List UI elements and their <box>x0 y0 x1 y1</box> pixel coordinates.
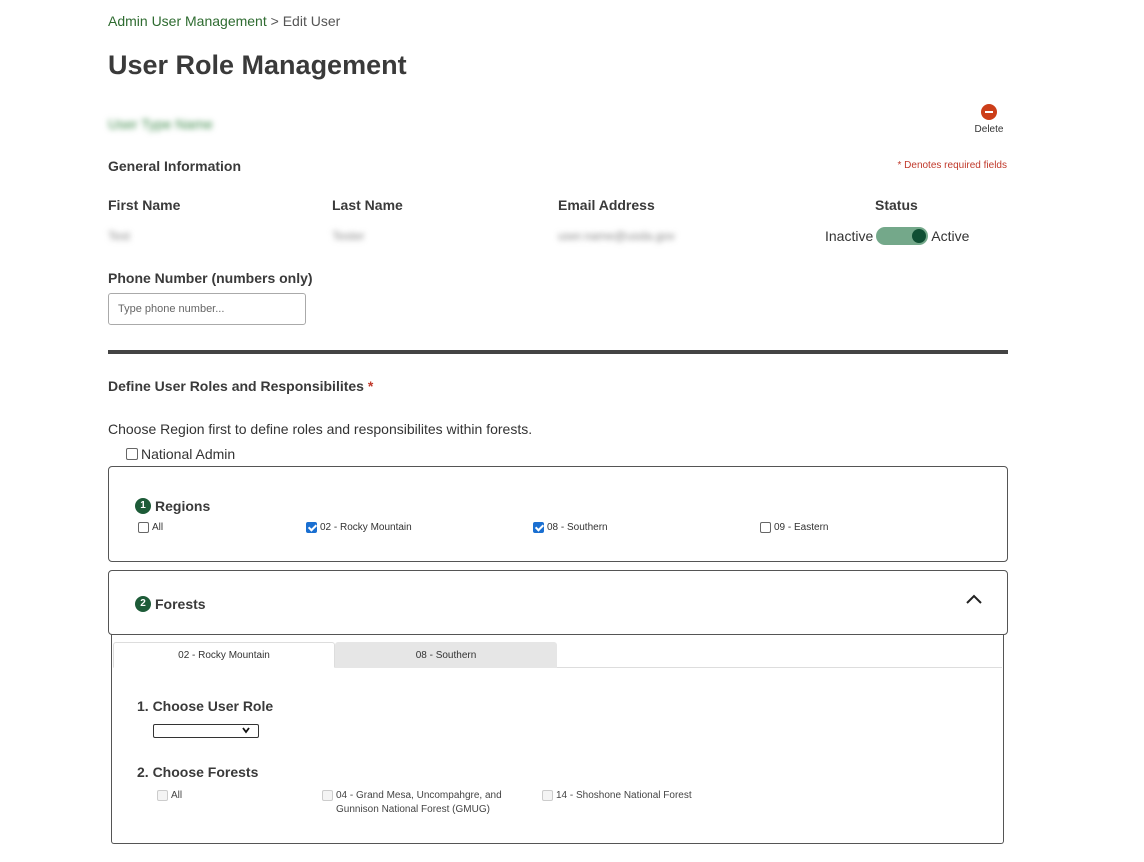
status-toggle-row: Inactive Active <box>825 227 969 245</box>
region-eastern-checkbox[interactable] <box>760 522 771 533</box>
status-active-label: Active <box>931 228 970 244</box>
define-roles-heading: Define User Roles and Responsibilites * <box>108 378 373 394</box>
tab-rocky-mountain[interactable]: 02 - Rocky Mountain <box>113 642 335 668</box>
toggle-knob <box>912 229 927 243</box>
region-southern-checkbox[interactable] <box>533 522 544 533</box>
forests-header: 2 Forests <box>135 595 206 613</box>
region-all-label: All <box>152 522 164 533</box>
first-name-label: First Name <box>108 197 181 213</box>
region-rocky-mountain-label: 02 - Rocky Mountain <box>320 522 412 533</box>
region-all-checkbox[interactable] <box>138 522 149 533</box>
region-option-eastern[interactable]: 09 - Eastern <box>760 522 828 533</box>
region-rocky-mountain-checkbox[interactable] <box>306 522 317 533</box>
forests-title: Forests <box>155 595 206 612</box>
forest-option-shoshone[interactable]: 14 - Shoshone National Forest <box>542 789 692 803</box>
last-name-value: Tester <box>332 229 365 243</box>
forest-shoshone-label: 14 - Shoshone National Forest <box>556 790 692 801</box>
choose-forests-heading: 2. Choose Forests <box>137 764 259 780</box>
forest-gmug-label: 04 - Grand Mesa, Uncompahgre, and Gunnis… <box>336 789 502 817</box>
tab-southern[interactable]: 08 - Southern <box>335 642 557 668</box>
general-information-heading: General Information <box>108 158 242 174</box>
email-address-value: user.name@usda.gov <box>558 229 675 243</box>
page-title: User Role Management <box>108 50 407 80</box>
phone-number-input[interactable] <box>108 293 306 325</box>
forests-panel-header[interactable]: 2 Forests <box>108 570 1008 635</box>
breadcrumb-link-admin-user-management[interactable]: Admin User Management <box>108 13 267 29</box>
status-inactive-label: Inactive <box>825 228 874 244</box>
regions-title: Regions <box>155 497 211 514</box>
delete-label: Delete <box>974 124 1004 135</box>
forest-all-checkbox[interactable] <box>157 790 168 801</box>
roles-description: Choose Region first to define roles and … <box>108 421 533 437</box>
breadcrumb-current: Edit User <box>282 13 341 29</box>
user-role-select[interactable] <box>153 724 259 738</box>
national-admin-checkbox[interactable] <box>126 448 138 460</box>
forest-gmug-label-line1: 04 - Grand Mesa, Uncompahgre, and <box>336 790 502 801</box>
required-fields-note: * Denotes required fields <box>897 160 1007 171</box>
step-2-badge: 2 <box>135 595 151 612</box>
define-roles-heading-text: Define User Roles and Responsibilites <box>108 378 364 394</box>
forest-option-gmug[interactable]: 04 - Grand Mesa, Uncompahgre, and Gunnis… <box>322 789 502 817</box>
forest-option-all[interactable]: All <box>157 789 182 803</box>
breadcrumb: Admin User Management > Edit User <box>108 13 340 29</box>
national-admin-option[interactable]: National Admin <box>126 446 235 462</box>
status-toggle[interactable] <box>876 227 929 245</box>
forest-all-label: All <box>171 790 183 801</box>
forest-shoshone-checkbox[interactable] <box>542 790 553 801</box>
chevron-up-icon[interactable] <box>966 594 982 604</box>
required-asterisk: * <box>367 378 374 394</box>
first-name-value: Test <box>108 229 131 243</box>
phone-number-label: Phone Number (numbers only) <box>108 270 313 286</box>
step-1-badge: 1 <box>135 497 151 514</box>
region-option-all[interactable]: All <box>138 522 163 533</box>
region-southern-label: 08 - Southern <box>547 522 608 533</box>
forest-gmug-label-line2: Gunnison National Forest (GMUG) <box>336 804 490 815</box>
choose-user-role-heading: 1. Choose User Role <box>137 698 274 714</box>
delete-button[interactable]: Delete <box>968 104 1010 135</box>
email-address-label: Email Address <box>558 197 655 213</box>
user-name-heading: User Type Name <box>108 116 213 132</box>
last-name-label: Last Name <box>332 197 403 213</box>
minus-circle-icon <box>981 104 997 120</box>
region-option-rocky-mountain[interactable]: 02 - Rocky Mountain <box>306 522 412 533</box>
region-option-southern[interactable]: 08 - Southern <box>533 522 608 533</box>
region-tabs: 02 - Rocky Mountain 08 - Southern <box>113 642 1002 668</box>
status-label: Status <box>875 197 918 213</box>
region-eastern-label: 09 - Eastern <box>774 522 829 533</box>
regions-panel: 1 Regions All 02 - Rocky Mountain 08 - So… <box>108 466 1008 562</box>
breadcrumb-separator: > <box>266 13 283 29</box>
section-divider <box>108 350 1008 354</box>
forest-gmug-checkbox[interactable] <box>322 790 333 801</box>
national-admin-label: National Admin <box>141 446 236 462</box>
chevron-down-icon <box>242 727 250 734</box>
regions-header: 1 Regions <box>135 497 210 515</box>
